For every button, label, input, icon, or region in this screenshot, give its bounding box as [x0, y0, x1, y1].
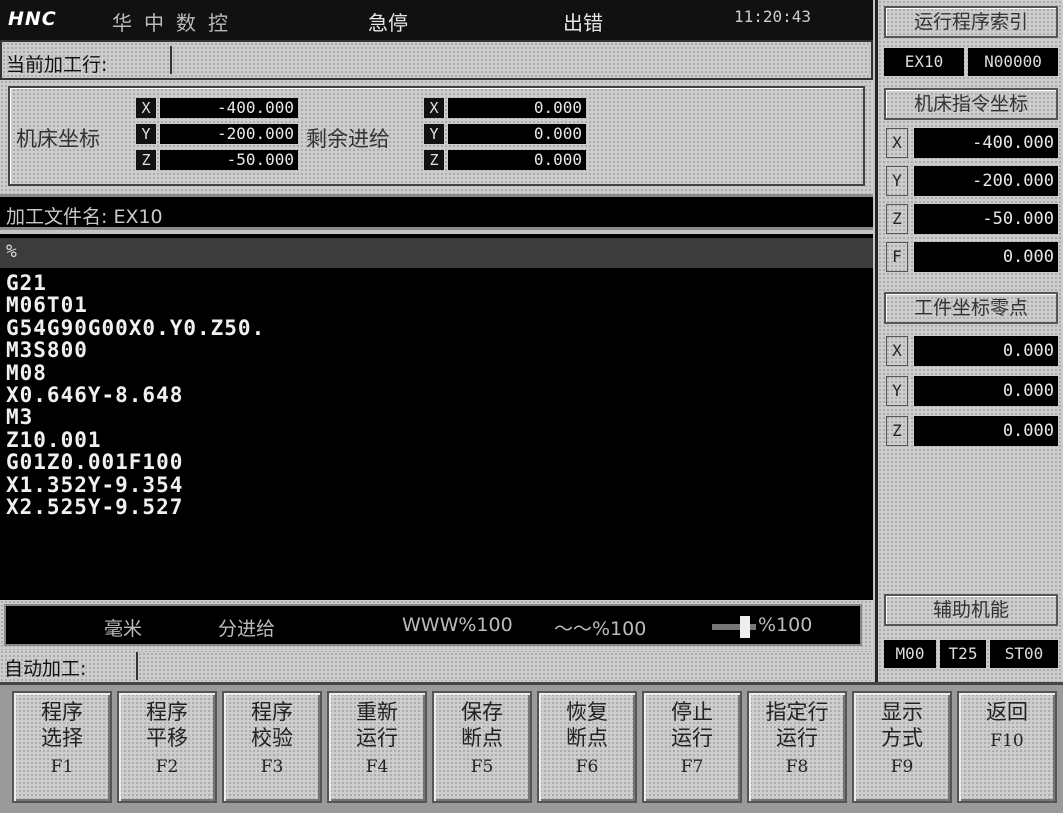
machine-coords-label: 机床坐标 [16, 127, 100, 151]
run-index-title: 运行程序索引 [884, 6, 1058, 38]
right-panel: 运行程序索引 EX10 N00000 机床指令坐标 X -400.000 Y -… [875, 0, 1063, 682]
machine-cmd-title: 机床指令坐标 [884, 88, 1058, 120]
cmd-z-axis: Z [886, 204, 908, 234]
f1-program-select-button[interactable]: 程序 选择 F1 [12, 691, 112, 803]
zero-x-value: 0.000 [914, 336, 1058, 366]
unit-indicator: 毫米 [104, 618, 143, 640]
current-line-label: 当前加工行: [6, 54, 108, 76]
f10-return-button[interactable]: 返回 F10 [957, 691, 1057, 803]
f3-program-verify-button[interactable]: 程序 校验 F3 [222, 691, 322, 803]
title-bar: HNC 华中数控 急停 出错 11:20:43 [0, 0, 873, 40]
machine-y-value: -200.000 [160, 124, 298, 144]
program-line: G01Z0.001F100 [6, 450, 184, 475]
aux-st-code: ST00 [990, 640, 1058, 668]
remaining-y-value: 0.000 [448, 124, 586, 144]
rapid-override: %100 [758, 614, 813, 636]
zero-z-value: 0.000 [914, 416, 1058, 446]
remaining-z-axis: Z [424, 150, 444, 170]
aux-t-code: T25 [940, 640, 986, 668]
remaining-x-axis: X [424, 98, 444, 118]
remaining-feed-label: 剩余进给 [306, 127, 390, 151]
machine-z-value: -50.000 [160, 150, 298, 170]
zero-y-value: 0.000 [914, 376, 1058, 406]
machine-x-value: -400.000 [160, 98, 298, 118]
current-line-row: 当前加工行: [0, 40, 873, 80]
auto-mode-value [136, 652, 872, 680]
f7-stop-run-button[interactable]: 停止 运行 F7 [642, 691, 742, 803]
program-line: X1.352Y-9.354 [6, 472, 184, 497]
program-line: X2.525Y-9.527 [6, 494, 184, 519]
program-line: M06T01 [6, 293, 88, 318]
program-header-line: % [0, 238, 873, 268]
auto-mode-label: 自动加工: [4, 658, 87, 680]
aux-function-title: 辅助机能 [884, 594, 1058, 626]
f9-display-mode-button[interactable]: 显示 方式 F9 [852, 691, 952, 803]
aux-m-code: M00 [884, 640, 936, 668]
program-line: M08 [6, 360, 47, 385]
run-index-program: EX10 [884, 48, 964, 76]
cmd-z-value: -50.000 [914, 204, 1058, 234]
cmd-x-value: -400.000 [914, 128, 1058, 158]
hnc-logo: HNC [8, 8, 57, 30]
function-key-bar: 程序 选择 F1 程序 平移 F2 程序 校验 F3 重新 运行 F4 保存 断点 F5 恢复 断点 F… [0, 682, 1063, 813]
f5-save-breakpoint-button[interactable]: 保存 断点 F5 [432, 691, 532, 803]
program-line: X0.646Y-8.648 [6, 382, 184, 407]
cmd-f-axis: F [886, 242, 908, 272]
current-line-value [170, 46, 870, 74]
remaining-z-value: 0.000 [448, 150, 586, 170]
program-line: M3S800 [6, 338, 88, 363]
zero-y-axis: Y [886, 376, 908, 406]
machine-y-axis: Y [136, 124, 156, 144]
run-index-line: N00000 [968, 48, 1058, 76]
file-name-row: 加工文件名: EX10 [0, 194, 873, 230]
rapid-override-knob [740, 616, 750, 638]
clock: 11:20:43 [734, 7, 812, 26]
program-line: Z10.001 [6, 427, 102, 452]
program-listing[interactable]: % G21 M06T01 G54G90G00X0.Y0.Z50. M3S800 … [0, 234, 873, 600]
machine-x-axis: X [136, 98, 156, 118]
zero-x-axis: X [886, 336, 908, 366]
program-line: G21 [6, 271, 47, 295]
cmd-f-value: 0.000 [914, 242, 1058, 272]
program-lines: G21 M06T01 G54G90G00X0.Y0.Z50. M3S800 M0… [6, 272, 866, 518]
f2-program-shift-button[interactable]: 程序 平移 F2 [117, 691, 217, 803]
machine-z-axis: Z [136, 150, 156, 170]
program-line: M3 [6, 405, 34, 430]
program-start-marker: % [6, 241, 17, 262]
auto-mode-row: 自动加工: [0, 650, 873, 682]
spindle-override: 〜〜%100 [554, 618, 647, 640]
coordinate-panel: 机床坐标 X -400.000 Y -200.000 Z -50.000 剩余进… [0, 80, 873, 194]
file-name-label: 加工文件名: EX10 [6, 206, 163, 228]
brand-name: 华中数控 [112, 11, 240, 35]
program-line: G54G90G00X0.Y0.Z50. [6, 315, 266, 340]
status-row: 毫米 分进给 WWW%100 〜〜%100 %100 [0, 600, 873, 650]
work-zero-title: 工件坐标零点 [884, 292, 1058, 324]
f6-restore-breakpoint-button[interactable]: 恢复 断点 F6 [537, 691, 637, 803]
error-indicator: 出错 [563, 11, 603, 35]
f8-run-from-line-button[interactable]: 指定行 运行 F8 [747, 691, 847, 803]
cmd-y-value: -200.000 [914, 166, 1058, 196]
zero-z-axis: Z [886, 416, 908, 446]
status-bar: 毫米 分进给 WWW%100 〜〜%100 %100 [4, 604, 862, 646]
remaining-x-value: 0.000 [448, 98, 586, 118]
remaining-y-axis: Y [424, 124, 444, 144]
feed-mode-indicator: 分进给 [218, 618, 276, 640]
cmd-y-axis: Y [886, 166, 908, 196]
mode-indicator: 急停 [368, 11, 408, 35]
feed-override: WWW%100 [402, 614, 513, 636]
cmd-x-axis: X [886, 128, 908, 158]
f4-restart-button[interactable]: 重新 运行 F4 [327, 691, 427, 803]
